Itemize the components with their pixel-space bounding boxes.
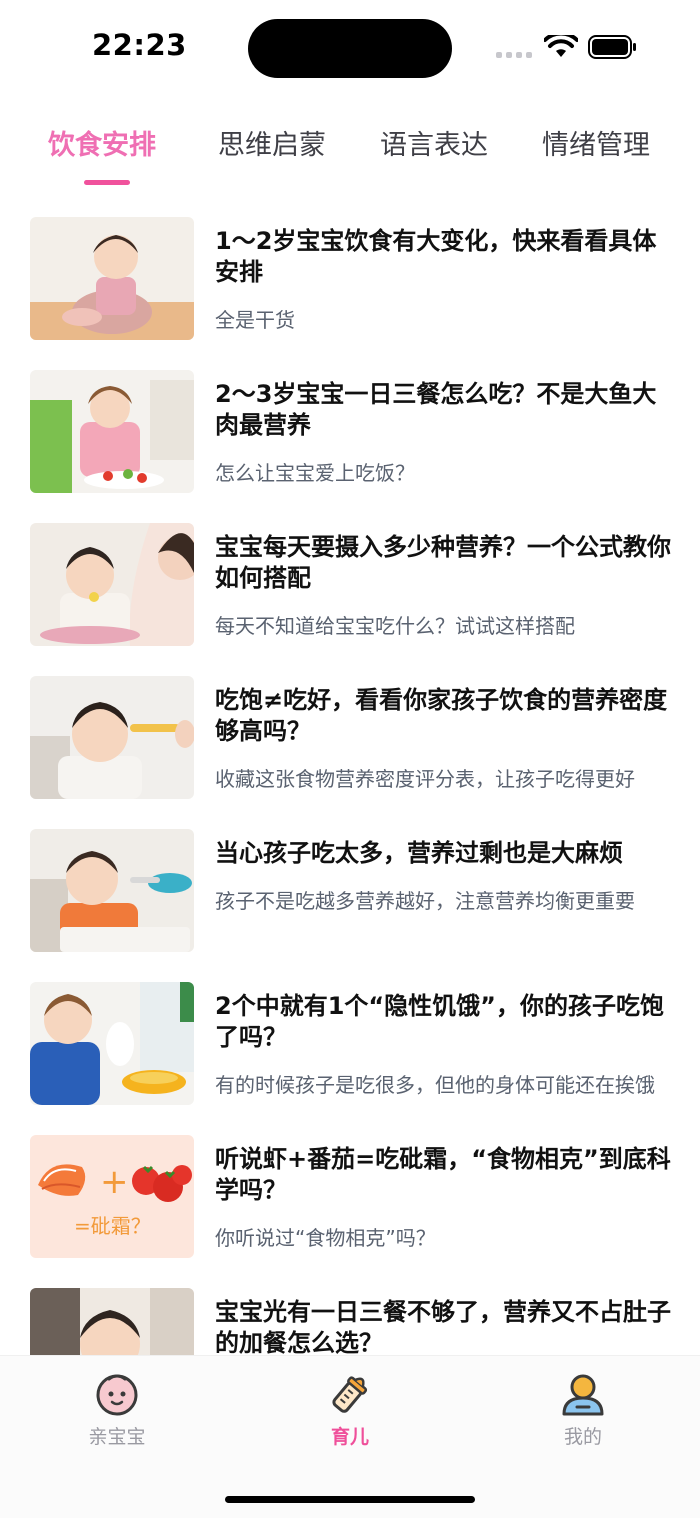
- article-thumbnail: [30, 523, 194, 646]
- dynamic-island: [248, 19, 452, 78]
- svg-text:=砒霜？: =砒霜？: [74, 1214, 151, 1238]
- tab-language[interactable]: 语言表达: [380, 123, 488, 162]
- active-tab-indicator: [84, 180, 130, 185]
- battery-icon: [588, 35, 636, 59]
- tab-thinking[interactable]: 思维启蒙: [218, 123, 326, 162]
- article-title: 宝宝光有一日三餐不够了，营养又不占肚子的加餐怎么选？: [215, 1298, 671, 1355]
- cellular-signal-icon: [496, 52, 534, 60]
- wifi-icon: [544, 35, 578, 57]
- svg-text:+: +: [100, 1162, 129, 1202]
- article-title: 2个中就有1个“隐性饥饿”，你的孩子吃饱了吗？: [215, 992, 664, 1051]
- baby-bottle-icon: [332, 1376, 368, 1413]
- article-thumbnail: [30, 370, 194, 493]
- user-profile-icon: [562, 1374, 604, 1416]
- baby-face-icon: [96, 1374, 138, 1416]
- article-item[interactable]: 吃饱≠吃好，看看你家孩子饮食的营养密度够高吗？ 收藏这张食物营养密度评分表，让孩…: [0, 659, 700, 799]
- article-item[interactable]: 2个中就有1个“隐性饥饿”，你的孩子吃饱了吗？ 有的时候孩子是吃很多，但他的身体…: [0, 965, 700, 1105]
- article-item[interactable]: 当心孩子吃太多，营养过剩也是大麻烦 孩子不是吃越多营养越好，注意营养均衡更重要: [0, 812, 700, 952]
- tab-emotion[interactable]: 情绪管理: [542, 123, 650, 162]
- article-subtitle: 孩子不是吃越多营养越好，注意营养均衡更重要: [215, 889, 635, 913]
- nav-label: 亲宝宝: [88, 1426, 146, 1448]
- article-title: 吃饱≠吃好，看看你家孩子饮食的营养密度够高吗？: [215, 686, 668, 745]
- article-thumbnail: + =砒霜？: [30, 1135, 194, 1258]
- article-list: 1～2岁宝宝饮食有大变化，快来看看具体安排 全是干货 2～3岁宝宝一日三餐怎么吃…: [0, 200, 700, 1355]
- article-subtitle: 怎么让宝宝爱上吃饭？: [215, 461, 415, 485]
- nav-label: 我的: [563, 1426, 602, 1448]
- article-item[interactable]: 2～3岁宝宝一日三餐怎么吃？不是大鱼大肉最营养 怎么让宝宝爱上吃饭？: [0, 353, 700, 493]
- nav-item-parenting[interactable]: 育儿: [290, 1370, 410, 1450]
- status-bar: 22:23: [0, 0, 700, 96]
- article-subtitle: 每天不知道给宝宝吃什么？试试这样搭配: [215, 614, 575, 638]
- article-item[interactable]: 宝宝光有一日三餐不够了，营养又不占肚子的加餐怎么选？: [0, 1271, 700, 1355]
- home-indicator: [225, 1496, 475, 1503]
- article-item[interactable]: 1～2岁宝宝饮食有大变化，快来看看具体安排 全是干货: [0, 200, 700, 340]
- category-tabs: 饮食安排 思维启蒙 语言表达 情绪管理: [0, 110, 700, 190]
- nav-item-home[interactable]: 亲宝宝: [57, 1370, 177, 1450]
- article-subtitle: 收藏这张食物营养密度评分表，让孩子吃得更好: [215, 767, 635, 791]
- article-title: 2～3岁宝宝一日三餐怎么吃？不是大鱼大肉最营养: [215, 380, 657, 439]
- article-thumbnail: [30, 982, 194, 1105]
- article-item[interactable]: 宝宝每天要摄入多少种营养？一个公式教你如何搭配 每天不知道给宝宝吃什么？试试这样…: [0, 506, 700, 646]
- article-title: 宝宝每天要摄入多少种营养？一个公式教你如何搭配: [215, 533, 671, 592]
- article-title: 听说虾+番茄=吃砒霜，“食物相克”到底科学吗？: [215, 1145, 671, 1204]
- article-subtitle: 有的时候孩子是吃很多，但他的身体可能还在挨饿: [215, 1073, 655, 1097]
- nav-item-profile[interactable]: 我的: [523, 1370, 643, 1450]
- status-time: 22:23: [92, 28, 187, 62]
- article-thumbnail: [30, 676, 194, 799]
- article-item[interactable]: + =砒霜？ 听说虾+番茄=吃砒霜，“食物相克”到底科学吗？ 你听说过“食物相克…: [0, 1118, 700, 1258]
- article-title: 当心孩子吃太多，营养过剩也是大麻烦: [215, 839, 623, 867]
- article-subtitle: 你听说过“食物相克”吗？: [215, 1226, 436, 1250]
- tab-diet[interactable]: 饮食安排: [48, 123, 156, 162]
- nav-label: 育儿: [330, 1426, 369, 1448]
- article-subtitle: 全是干货: [215, 308, 295, 332]
- article-thumbnail: [30, 1288, 194, 1355]
- article-title: 1～2岁宝宝饮食有大变化，快来看看具体安排: [215, 227, 657, 286]
- bottom-navigation: 亲宝宝 育儿 我的: [0, 1355, 700, 1518]
- article-thumbnail: [30, 829, 194, 952]
- article-thumbnail: [30, 217, 194, 340]
